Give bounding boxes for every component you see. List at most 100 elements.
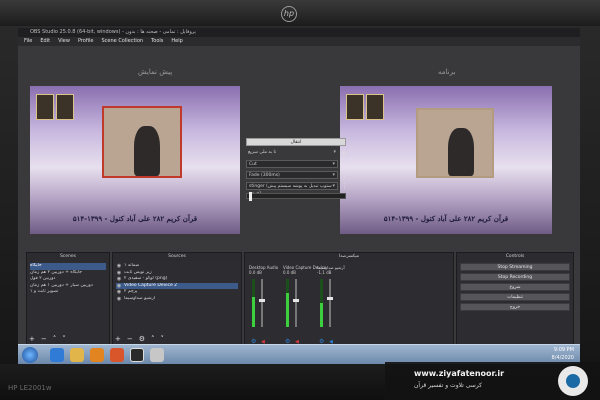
fader-knob[interactable]	[259, 299, 265, 302]
cut-row: Cut ⋮	[246, 160, 349, 168]
volume-meter	[252, 279, 255, 327]
app-icon[interactable]	[150, 348, 164, 362]
monitor-model: HP LE2001w	[8, 384, 52, 392]
stinger-transition-select[interactable]: stinger (ستوپ تبدیل به پوشه سیستم پیش فر…	[246, 182, 338, 196]
source-label: ضمانه ۱	[124, 263, 140, 269]
exit-button[interactable]: خروج	[460, 303, 570, 311]
move-up-icon[interactable]: ˄	[53, 336, 57, 343]
hp-logo: hp	[281, 6, 297, 22]
mixer-channel: Video Capture Device 0.0 dB ⚙ ◀	[283, 265, 326, 345]
source-label: پرچم ۲	[124, 289, 138, 295]
program-title: برنامه	[438, 68, 456, 76]
add-scene-icon[interactable]: +	[29, 336, 35, 343]
menu-profile[interactable]: Profile	[78, 37, 94, 46]
system-tray-clock[interactable]: 9:09 PM 8/4/2020	[552, 346, 574, 362]
tray-date: 8/4/2020	[551, 355, 574, 361]
volume-meter-fill	[252, 297, 255, 327]
obs-window: OBS Studio 25.0.8 (64-bit, windows) - پر…	[18, 28, 580, 364]
sources-toolbar: + − ⚙ ˄ ˅	[115, 336, 164, 343]
ie-icon[interactable]	[50, 348, 64, 362]
volume-fader[interactable]	[327, 279, 333, 327]
scenes-title: Scenes	[27, 253, 109, 261]
settings-button[interactable]: تنظیمات	[460, 293, 570, 301]
visibility-eye-icon[interactable]: ◉	[116, 296, 122, 302]
sources-title: Sources	[113, 253, 241, 261]
source-label: Video Capture Device 2	[124, 282, 178, 288]
controls-dock: Controls Stop Streaming Stop Recording ش…	[456, 252, 574, 346]
move-down-icon[interactable]: ˅	[161, 336, 165, 343]
fade-transition-select[interactable]: Fade (300ms)	[246, 171, 338, 179]
audio-mixer-dock: میکسرصدا Desktop Audio 0.0 dB ⚙ ◀ Video …	[244, 252, 454, 346]
add-transition-icon[interactable]: +	[341, 149, 347, 157]
mixer-title: میکسرصدا	[245, 253, 453, 261]
more-options-icon[interactable]: ⋮	[341, 182, 348, 190]
volume-meter-fill	[286, 293, 289, 327]
source-label: آرشیو صداوسیما	[124, 295, 156, 301]
watermark-logo	[558, 366, 588, 396]
monitor-bezel-top: hp	[0, 0, 600, 26]
menu-file[interactable]: File	[24, 37, 32, 46]
obs-icon[interactable]	[130, 348, 144, 362]
visibility-eye-icon[interactable]: ◉	[116, 276, 122, 282]
firefox-icon[interactable]	[110, 348, 124, 362]
visibility-eye-icon[interactable]: ◉	[116, 270, 122, 276]
volume-fader[interactable]	[293, 279, 299, 327]
menu-edit[interactable]: Edit	[40, 37, 50, 46]
scene-label: دوربین سیار + دوربین ۱ هم زمان	[30, 282, 93, 288]
more-options-icon[interactable]: ⋮	[341, 160, 348, 168]
media-player-icon[interactable]	[90, 348, 104, 362]
start-button-icon[interactable]	[22, 347, 38, 363]
quick-transitions-label: تا به ملی سریع	[246, 149, 338, 157]
start-studio-button[interactable]: شروع	[460, 283, 570, 291]
move-up-icon[interactable]: ˄	[151, 336, 155, 343]
fader-knob[interactable]	[327, 297, 333, 300]
preview-title: پیش نمایش	[138, 68, 173, 76]
sources-dock: Sources ◉ ضمانه ۱ ◉ زیر نویس ثابت ◉ لوگو - …	[112, 252, 242, 346]
add-source-icon[interactable]: +	[115, 336, 121, 343]
menu-help[interactable]: Help	[171, 37, 182, 46]
explorer-icon[interactable]	[70, 348, 84, 362]
remove-source-icon[interactable]: −	[127, 336, 133, 343]
remove-scene-icon[interactable]: −	[41, 336, 47, 343]
portrait-image	[346, 94, 364, 120]
transitions-panel: انتقال تا به ملی سریع + Cut ⋮ Fade (300m…	[246, 138, 349, 201]
menu-bar: File Edit View Profile Scene Collection …	[18, 37, 580, 46]
stop-recording-button[interactable]: Stop Recording	[460, 273, 570, 281]
volume-meter-fill	[320, 303, 323, 327]
camera-source-frame	[416, 108, 494, 178]
move-down-icon[interactable]: ˅	[62, 336, 66, 343]
source-label: لوگو - سفیدی ۲ (png)	[124, 276, 168, 282]
scene-item[interactable]: تصویر ثابت و ۱	[30, 289, 106, 296]
visibility-eye-icon[interactable]: ◉	[116, 283, 122, 289]
volume-fader[interactable]	[259, 279, 265, 327]
fader-knob[interactable]	[293, 299, 299, 302]
menu-tools[interactable]: Tools	[151, 37, 163, 46]
gear-icon[interactable]: ⚙	[139, 336, 145, 343]
menu-view[interactable]: View	[58, 37, 70, 46]
sources-list: ◉ ضمانه ۱ ◉ زیر نویس ثابت ◉ لوگو - سفیدی ۲ …	[113, 261, 241, 304]
windows-taskbar: 9:09 PM 8/4/2020	[18, 344, 580, 364]
mixer-channel: Desktop Audio 0.0 dB ⚙ ◀	[249, 265, 278, 345]
preview-view[interactable]: قرآن کریم ۲۸۲ علی آباد کتول - ۱۳۹۹-۵۱۴	[30, 86, 240, 234]
portrait-image	[56, 94, 74, 120]
source-item[interactable]: ◉ آرشیو صداوسیما	[116, 296, 238, 303]
source-label: زیر نویس ثابت	[124, 269, 152, 275]
channel-db: 0.0 dB	[283, 270, 296, 275]
watermark-url: www.ziyafatenoor.ir	[414, 369, 505, 378]
mixer-channel: آرشیو صداوسیما -1.1 dB ⚙ ◀	[317, 265, 345, 345]
scenes-list: جایگاه جایگاه + دوربین ۲ هم زمان دوربین …	[27, 261, 109, 298]
more-options-icon[interactable]: ⋮	[341, 171, 348, 179]
camera-source-frame[interactable]	[102, 106, 182, 178]
tbar-slider-handle[interactable]	[249, 192, 252, 201]
menu-scene-collection[interactable]: Scene Collection	[101, 37, 143, 46]
controls-title: Controls	[457, 253, 573, 261]
tray-time: 9:09 PM	[553, 347, 574, 353]
fade-row: Fade (300ms) ⋮	[246, 171, 349, 179]
cut-transition-select[interactable]: Cut	[246, 160, 338, 168]
quick-transitions-row: تا به ملی سریع +	[246, 149, 349, 157]
visibility-eye-icon[interactable]: ◉	[116, 263, 122, 269]
visibility-eye-icon[interactable]: ◉	[116, 289, 122, 295]
transition-button[interactable]: انتقال	[246, 138, 346, 146]
tbar-slider[interactable]	[246, 192, 346, 201]
stop-streaming-button[interactable]: Stop Streaming	[460, 263, 570, 271]
